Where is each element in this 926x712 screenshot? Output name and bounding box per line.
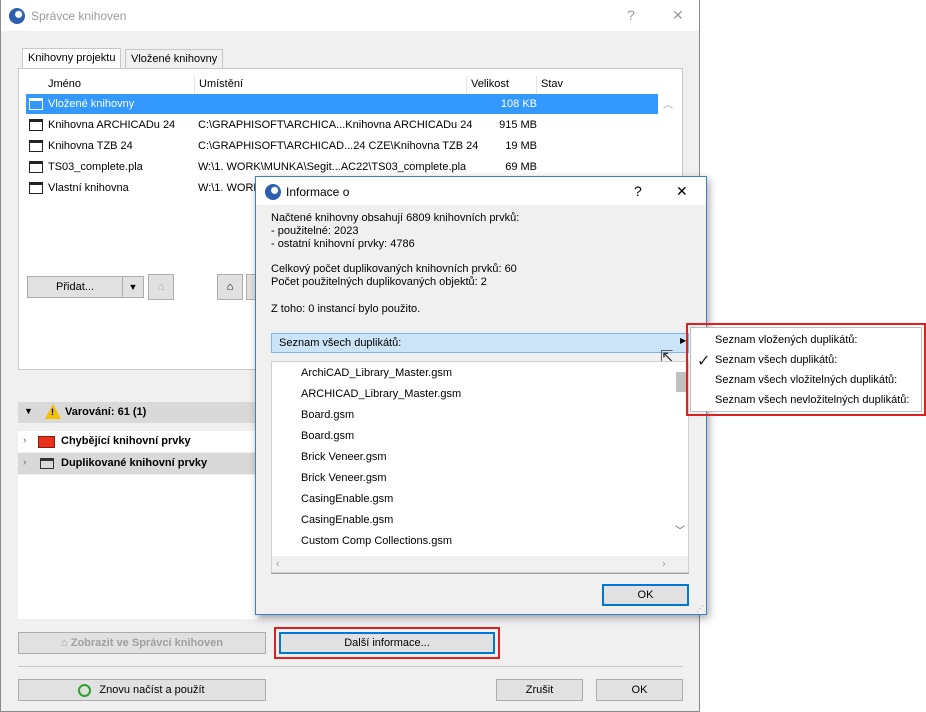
highlight-frame xyxy=(274,627,500,659)
column-status[interactable]: Stav xyxy=(537,76,657,94)
list-item[interactable]: Brick Veneer.gsm xyxy=(301,451,387,463)
menu-item-placeable-duplicates[interactable]: Seznam všech vložitelných duplikátů: xyxy=(715,374,897,386)
cancel-button[interactable]: Zrušit xyxy=(496,679,583,701)
library-icon xyxy=(29,98,43,110)
tab-embedded-libraries[interactable]: Vložené knihovny xyxy=(125,49,224,70)
summary-line: Načtené knihovny obsahují 6809 knihovníc… xyxy=(271,212,520,224)
archicad-logo-icon xyxy=(265,184,281,200)
duplicates-list[interactable]: ArchiCAD_Library_Master.gsm ARCHICAD_Lib… xyxy=(271,361,689,573)
list-item[interactable]: Custom Comp Collections.gsm xyxy=(301,535,452,547)
list-type-menu: Seznam vložených duplikátů: ✓ Seznam vše… xyxy=(690,327,922,412)
list-item[interactable]: CasingEnable.gsm xyxy=(301,493,393,505)
warnings-header[interactable]: ▼ ! Varování: 61 (1) xyxy=(18,402,258,423)
summary-line: - ostatní knihovní prvky: 4786 xyxy=(271,238,415,250)
warning-item-duplicates[interactable]: › Duplikované knihovní prvky xyxy=(18,453,258,474)
archicad-logo-icon xyxy=(9,8,25,24)
scroll-left-icon[interactable]: ‹ xyxy=(276,558,280,570)
list-item[interactable]: ArchiCAD_Library_Master.gsm xyxy=(301,367,452,379)
refresh-icon xyxy=(78,684,91,697)
collapse-arrow-icon: ▼ xyxy=(24,406,33,416)
warning-item-missing[interactable]: › Chybějící knihovní prvky xyxy=(18,431,258,452)
list-item[interactable]: Brick Veneer.gsm xyxy=(301,472,387,484)
title-bar: Správce knihoven ? ✕ xyxy=(1,0,699,31)
add-button[interactable]: Přidat... xyxy=(27,276,123,298)
menu-item-all-duplicates[interactable]: ✓ Seznam všech duplikátů: xyxy=(692,350,920,371)
column-location[interactable]: Umístění xyxy=(195,76,467,94)
table-row[interactable]: Knihovna ARCHICADu 24 C:\GRAPHISOFT\ARCH… xyxy=(26,115,658,135)
instances-line: Z toho: 0 instancí bylo použito. xyxy=(271,303,421,315)
library-action-icon[interactable]: ⌂ xyxy=(217,274,243,300)
divider xyxy=(18,666,683,667)
library-icon xyxy=(29,119,43,131)
library-icon: ⌂ xyxy=(61,637,71,649)
close-button[interactable]: ✕ xyxy=(672,7,684,24)
table-row[interactable]: Knihovna TZB 24 C:\GRAPHISOFT\ARCHICAD..… xyxy=(26,136,658,156)
list-item[interactable]: CasingEnable.gsm xyxy=(301,514,393,526)
menu-item-nonplaceable-duplicates[interactable]: Seznam všech nevložitelných duplikátů: xyxy=(715,394,909,406)
resize-grip-icon[interactable]: ⋰ xyxy=(696,604,704,613)
menu-item-embedded-duplicates[interactable]: Seznam vložených duplikátů: xyxy=(715,334,857,346)
column-size[interactable]: Velikost xyxy=(467,76,537,94)
window-title: Správce knihoven xyxy=(31,9,127,23)
red-folder-icon xyxy=(38,436,55,448)
dialog-help-button[interactable]: ? xyxy=(634,183,642,199)
divider xyxy=(271,573,689,574)
summary-line: - použitelné: 2023 xyxy=(271,225,359,237)
checkmark-icon: ✓ xyxy=(697,353,711,370)
reload-apply-button[interactable]: Znovu načíst a použít xyxy=(18,679,266,701)
duplicates-list-dropdown[interactable]: Seznam všech duplikátů: ▶ xyxy=(271,333,689,353)
ok-button[interactable]: OK xyxy=(596,679,683,701)
remove-library-icon[interactable]: ⌂ xyxy=(148,274,174,300)
info-dialog: Informace o ? ✕ Načtené knihovny obsahuj… xyxy=(255,176,707,615)
tab-project-libraries[interactable]: Knihovny projektu xyxy=(22,48,122,69)
dialog-close-button[interactable]: ✕ xyxy=(676,183,688,200)
duplicates-line: Celkový počet duplikovaných knihovních p… xyxy=(271,263,517,275)
table-row[interactable]: Vlastní knihovna W:\1. WORK xyxy=(26,178,261,198)
warnings-detail-area xyxy=(18,475,258,619)
library-icon xyxy=(29,140,43,152)
list-item[interactable]: Board.gsm xyxy=(301,430,354,442)
show-in-manager-button[interactable]: ⌂ Zobrazit ve Správci knihoven xyxy=(18,632,266,654)
vertical-scrollbar-thumb[interactable] xyxy=(676,372,686,392)
table-row[interactable]: TS03_complete.pla W:\1. WORK\MUNKA\Segit… xyxy=(26,157,658,177)
dialog-ok-button[interactable]: OK xyxy=(602,584,689,606)
expand-arrow-icon: › xyxy=(23,435,27,446)
scroll-right-icon[interactable]: › xyxy=(662,558,666,570)
scroll-down-icon[interactable]: ﹀ xyxy=(675,522,685,537)
scroll-up-icon[interactable]: ︿ xyxy=(663,96,673,111)
horizontal-scrollbar[interactable]: ‹ › xyxy=(272,556,688,572)
dialog-title: Informace o xyxy=(286,185,350,199)
add-dropdown-arrow-icon[interactable]: ▼ xyxy=(122,276,144,298)
help-button[interactable]: ? xyxy=(627,7,635,23)
table-row[interactable]: Vložené knihovny 108 KB xyxy=(26,94,658,114)
column-name[interactable]: Jméno xyxy=(44,76,195,94)
library-icon xyxy=(29,161,43,173)
expand-arrow-icon: › xyxy=(23,457,27,468)
warnings-count: Varování: 61 (1) xyxy=(65,406,147,418)
list-item[interactable]: ARCHICAD_Library_Master.gsm xyxy=(301,388,461,400)
list-item[interactable]: Board.gsm xyxy=(301,409,354,421)
library-icon xyxy=(40,458,54,469)
dialog-title-bar: Informace o ? ✕ xyxy=(256,177,706,205)
duplicates-line: Počet použitelných duplikovaných objektů… xyxy=(271,276,487,288)
library-icon xyxy=(29,182,43,194)
